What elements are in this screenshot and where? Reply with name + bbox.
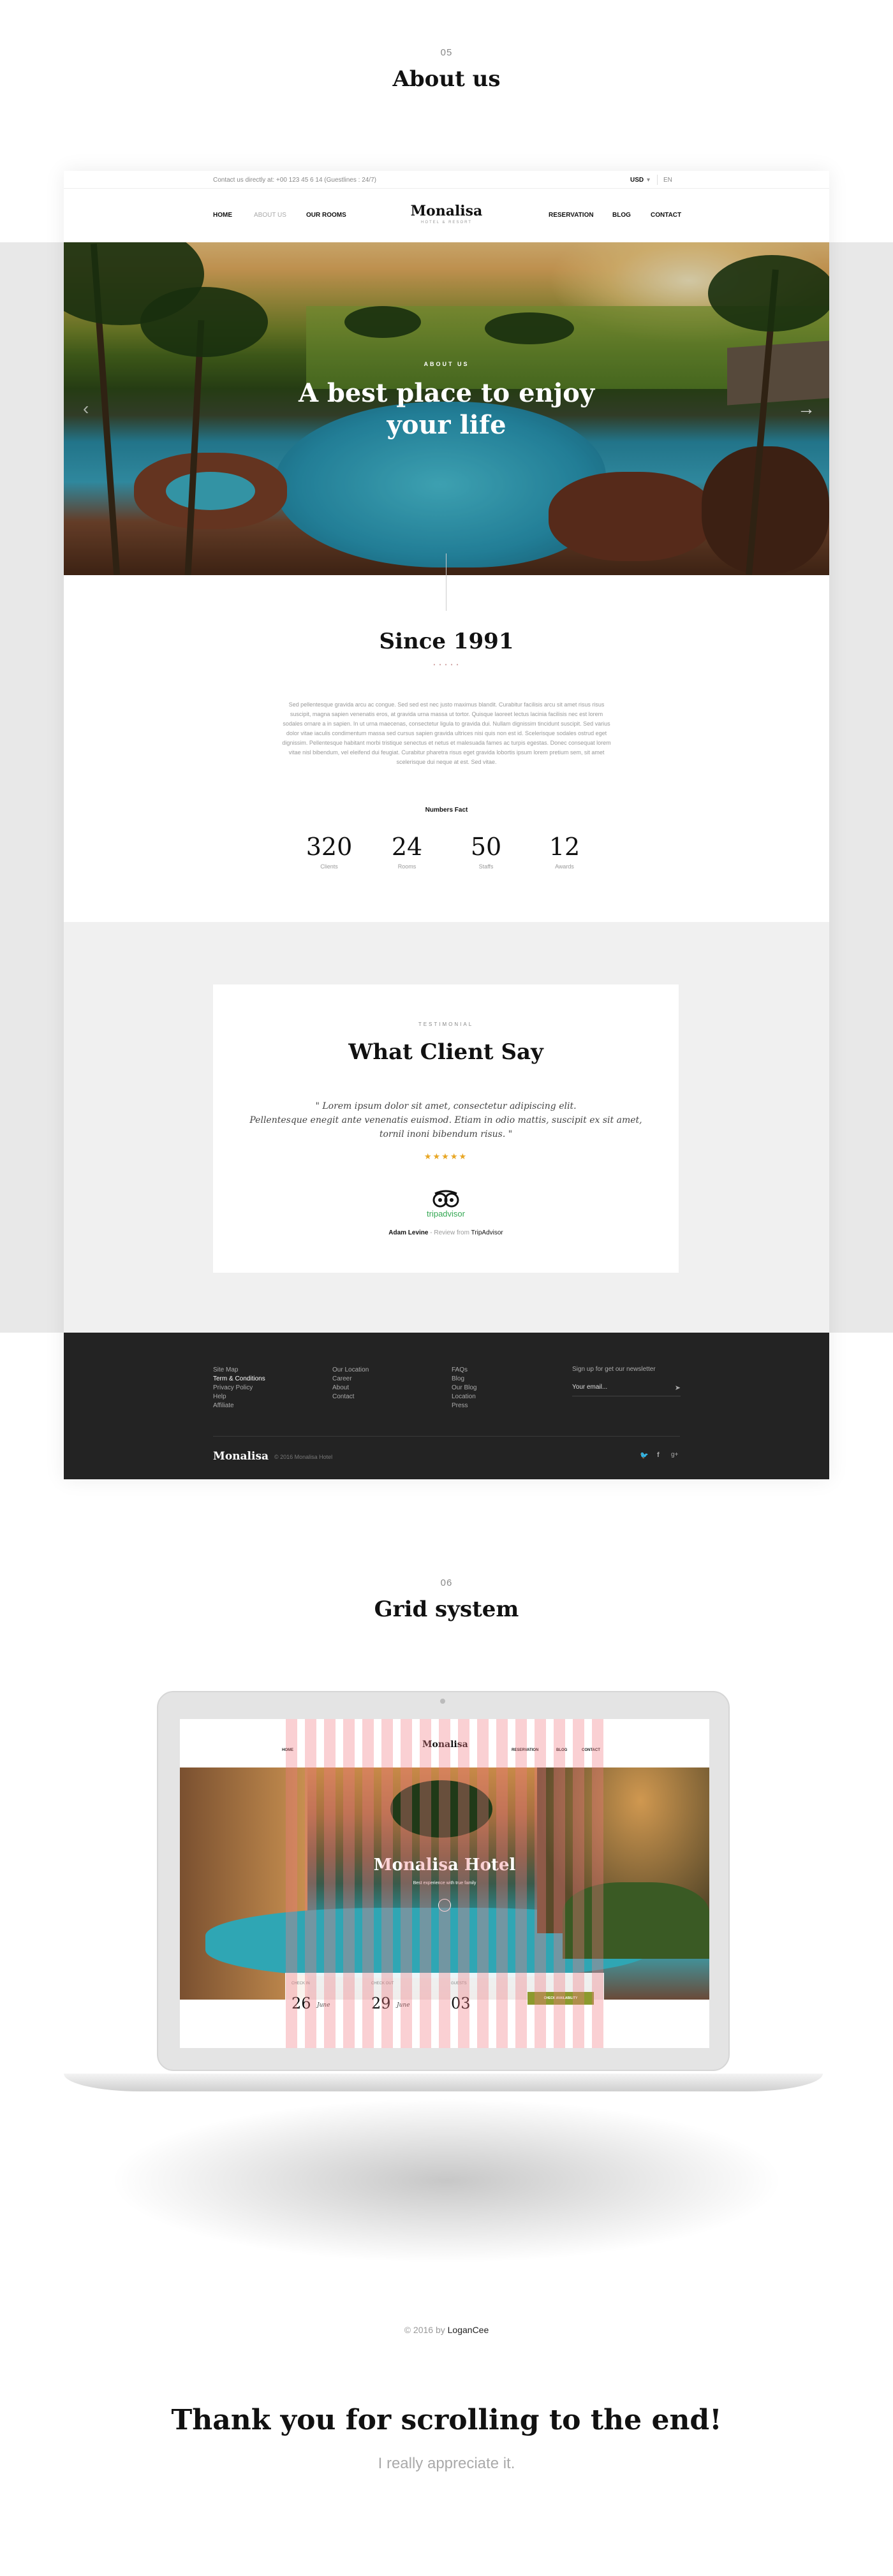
laptop-shadow (108, 2098, 785, 2264)
fact-counter: 320 Clients (306, 833, 353, 870)
about-title: Since 1991 (379, 629, 514, 654)
footer-link[interactable]: Site Map (213, 1366, 265, 1375)
fact-counter: 12 Awards (549, 833, 580, 870)
grid-column (286, 1719, 297, 2048)
outro-subtitle: I really appreciate it. (378, 2455, 515, 2472)
fact-counter: 24 Rooms (391, 833, 423, 870)
outro-title: Thank you for scrolling to the end! (171, 2404, 722, 2436)
divider (657, 175, 658, 185)
site-footer: Site Map Term & Conditions Privacy Polic… (64, 1333, 829, 1479)
facts-title: Numbers Fact (425, 807, 468, 814)
camera-icon (440, 1699, 445, 1704)
facebook-icon[interactable]: f (657, 1451, 660, 1459)
google-plus-icon[interactable]: g+ (671, 1451, 678, 1458)
contact-info: Contact us directly at: +00 123 45 6 14 … (213, 177, 376, 184)
brand-logo[interactable]: Monalisa (383, 203, 510, 219)
testimonial-quote: " Lorem ipsum dolor sit amet, consectetu… (249, 1101, 642, 1139)
top-bar: Contact us directly at: +00 123 45 6 14 … (64, 171, 829, 189)
section-number: 06 (440, 1577, 453, 1588)
footer-link[interactable]: Term & Conditions (213, 1375, 265, 1384)
testimonial-author: Adam Levine - Review from TripAdvisor (388, 1229, 503, 1236)
footer-link[interactable]: Press (452, 1401, 476, 1410)
footer-link[interactable]: Location (452, 1393, 476, 1401)
testimonial-card: TESTIMONIAL What Client Say " Lorem ipsu… (213, 984, 679, 1273)
grid-column (458, 1719, 469, 2048)
grid-column (305, 1719, 316, 2048)
grid-column (439, 1719, 450, 2048)
footer-col-1: Site Map Term & Conditions Privacy Polic… (213, 1366, 265, 1410)
grid-column (401, 1719, 412, 2048)
website-mockup: Contact us directly at: +00 123 45 6 14 … (64, 171, 829, 1479)
grid-column (554, 1719, 565, 2048)
nav-reservation[interactable]: RESERVATION (549, 212, 594, 219)
footer-col-2: Our Location Career About Contact (332, 1366, 369, 1401)
chevron-down-icon: ▾ (647, 177, 651, 184)
footer-link[interactable]: About (332, 1384, 369, 1393)
grid-column (592, 1719, 603, 2048)
tripadvisor-owl-icon (430, 1190, 462, 1209)
nav-about[interactable]: ABOUT US (254, 212, 286, 219)
section-title: Grid system (374, 1597, 519, 1622)
rating-stars: ★★★★★ (424, 1152, 468, 1161)
section-title: About us (392, 66, 501, 92)
newsletter-input[interactable]: Your email... (572, 1384, 607, 1391)
brand-tagline: HOTEL & RESORT (420, 221, 472, 224)
testimonial-eyebrow: TESTIMONIAL (418, 1021, 474, 1027)
currency-selector[interactable]: USD (630, 177, 644, 184)
testimonial-title: What Client Say (348, 1039, 543, 1065)
footer-divider (213, 1436, 680, 1437)
garden (563, 1882, 709, 1959)
grid-column (381, 1719, 393, 2048)
credit-line: © 2016 by LoganCee (404, 2325, 489, 2335)
arrow-left-icon[interactable]: ‹ (83, 399, 89, 419)
hero-eyebrow: ABOUT US (424, 361, 469, 367)
arrow-right-icon[interactable]: → (797, 399, 815, 419)
footer-link[interactable]: Career (332, 1375, 369, 1384)
about-body: Sed pellentesque gravida arcu ac congue.… (282, 701, 611, 765)
footer-link[interactable]: Help (213, 1393, 265, 1401)
nav-home[interactable]: HOME (213, 212, 232, 219)
section-number: 05 (440, 47, 453, 58)
footer-link[interactable]: Contact (332, 1393, 369, 1401)
footer-link[interactable]: Affiliate (213, 1401, 265, 1410)
author-link[interactable]: LoganCee (448, 2325, 489, 2335)
twitter-icon[interactable]: 🐦 (640, 1451, 649, 1460)
grid-column (535, 1719, 546, 2048)
nav-blog[interactable]: BLOG (612, 212, 631, 219)
footer-link[interactable]: Our Blog (452, 1384, 476, 1393)
grid-column (362, 1719, 374, 2048)
newsletter-title: Sign up for get our newsletter (572, 1366, 656, 1373)
footer-link[interactable]: Privacy Policy (213, 1384, 265, 1393)
footer-link[interactable]: FAQs (452, 1366, 476, 1375)
hero-image: ABOUT US A best place to enjoy your life… (64, 242, 829, 575)
language-selector[interactable]: EN (663, 177, 672, 184)
nav-contact[interactable]: CONTACT (651, 212, 681, 219)
footer-col-3: FAQs Blog Our Blog Location Press (452, 1366, 476, 1410)
send-icon[interactable]: ➤ (675, 1384, 681, 1392)
footer-link[interactable]: Blog (452, 1375, 476, 1384)
footer-copyright: © 2016 Monalisa Hotel (274, 1454, 333, 1460)
divider-line (446, 553, 447, 611)
grid-column (343, 1719, 355, 2048)
ornament: • • • • • (433, 662, 460, 668)
grid-column (324, 1719, 336, 2048)
grid-column (477, 1719, 489, 2048)
grid-column (420, 1719, 431, 2048)
footer-link[interactable]: Our Location (332, 1366, 369, 1375)
laptop-screen: Monalisa HOME RESERVATION BLOG CONTACT M… (180, 1719, 709, 2048)
nav-rooms[interactable]: OUR ROOMS (306, 212, 346, 219)
tripadvisor-logo: tripadvisor (427, 1209, 465, 1218)
grid-column (515, 1719, 527, 2048)
laptop-base (64, 2074, 823, 2091)
main-nav: HOME ABOUT US OUR ROOMS Monalisa HOTEL &… (64, 189, 829, 241)
footer-brand: Monalisa (213, 1450, 269, 1463)
hero-title: A best place to enjoy your life (298, 378, 595, 440)
fact-counter: 50 Staffs (470, 833, 502, 870)
newsletter-field[interactable]: Your email... ➤ (572, 1384, 681, 1396)
grid-column (496, 1719, 508, 2048)
grid-column (573, 1719, 584, 2048)
